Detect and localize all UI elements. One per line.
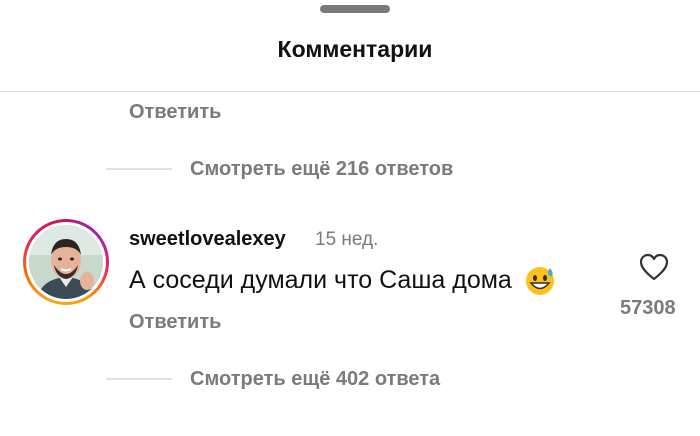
reply-button[interactable]: Ответить xyxy=(129,101,221,124)
view-more-replies-label: Смотреть ещё 216 ответов xyxy=(190,157,454,180)
sheet-drag-handle[interactable] xyxy=(320,5,390,13)
comment-username[interactable]: sweetlovealexey xyxy=(129,228,286,251)
like-count: 57308 xyxy=(620,297,676,319)
thread-line xyxy=(106,168,172,170)
comment-timestamp: 15 нед. xyxy=(315,229,379,250)
grinning-face-with-sweat-icon xyxy=(525,267,554,296)
avatar-photo xyxy=(29,225,103,299)
heart-outline-icon xyxy=(639,253,669,281)
comment-text: А соседи думали что Саша дома xyxy=(129,266,512,294)
view-more-replies-button[interactable]: Смотреть ещё 216 ответов xyxy=(106,156,453,182)
header-divider xyxy=(0,91,700,92)
view-more-replies-label: Смотреть ещё 402 ответа xyxy=(190,367,441,390)
comment-body: А соседи думали что Саша дома xyxy=(129,266,555,296)
thread-line xyxy=(106,378,172,380)
avatar[interactable] xyxy=(23,219,109,305)
like-button[interactable] xyxy=(638,252,670,282)
sheet-title: Комментарии xyxy=(277,36,433,62)
view-more-replies-button[interactable]: Смотреть ещё 402 ответа xyxy=(106,366,440,392)
reply-button[interactable]: Ответить xyxy=(129,311,221,334)
